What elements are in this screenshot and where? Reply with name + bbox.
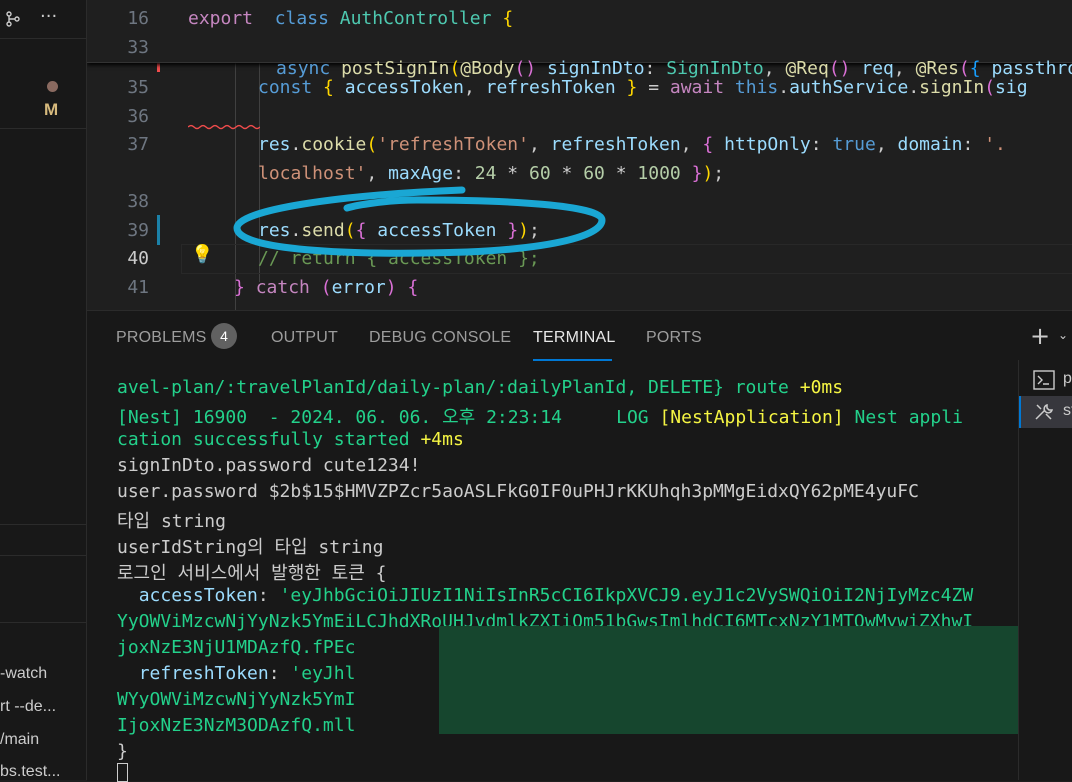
bottom-panel: PROBLEMS 4 OUTPUT DEBUG CONSOLE TERMINAL… bbox=[87, 310, 1072, 782]
terminal-line: signInDto.password cute1234! bbox=[117, 455, 421, 476]
code-editor[interactable]: 35 const { accessToken, refreshToken } =… bbox=[87, 0, 1072, 310]
chevron-down-icon[interactable]: ⌄ bbox=[1058, 328, 1068, 342]
terminal-line: user.password $2b$15$HMVZPZcr5aoASLFkG0I… bbox=[117, 481, 919, 502]
terminal-icon bbox=[1033, 370, 1055, 390]
active-tab-indicator bbox=[533, 359, 612, 361]
terminal-line: userIdString의 타입 string bbox=[117, 537, 384, 558]
redaction-overlay bbox=[439, 626, 1021, 734]
selection-indicator bbox=[1019, 396, 1021, 428]
divider bbox=[0, 622, 86, 623]
npm-script-item[interactable]: bs.test... bbox=[0, 763, 86, 781]
terminal-list-item[interactable]: st bbox=[1019, 396, 1072, 428]
terminal-cursor bbox=[117, 763, 128, 782]
tools-icon bbox=[1035, 403, 1054, 420]
source-control-graph-icon[interactable] bbox=[4, 10, 22, 28]
terminal-list-item[interactable]: p bbox=[1019, 364, 1072, 396]
terminal-list-label: st bbox=[1063, 402, 1072, 419]
npm-script-item[interactable]: rt --de... bbox=[0, 698, 86, 716]
terminal-line: cation successfully started +4ms bbox=[117, 429, 464, 450]
sidebar-toolbar: ··· bbox=[0, 0, 86, 39]
npm-script-item[interactable]: -watch bbox=[0, 665, 86, 683]
terminal-line: joxNzE3NjU1MDAzfQ.fPEc bbox=[117, 637, 356, 658]
terminal-line: accessToken: 'eyJhbGciOiJIUzI1NiIsInR5cC… bbox=[138, 585, 974, 606]
problems-count-badge: 4 bbox=[211, 323, 237, 349]
tab-debug-console[interactable]: DEBUG CONSOLE bbox=[369, 329, 511, 347]
divider bbox=[0, 555, 86, 556]
new-terminal-button[interactable]: + bbox=[1030, 322, 1050, 350]
explorer-sidebar: ··· M -watch rt --de... /main bs.test... bbox=[0, 0, 87, 780]
tab-output[interactable]: OUTPUT bbox=[271, 329, 338, 347]
terminal-line: avel-plan/:travelPlanId/daily-plan/:dail… bbox=[117, 377, 844, 398]
divider bbox=[0, 128, 86, 129]
modified-badge: M bbox=[44, 100, 59, 119]
annotation-circle bbox=[233, 186, 606, 257]
npm-script-item[interactable]: /main bbox=[0, 731, 86, 749]
terminal-line: IjoxNzE3NzM3ODAzfQ.mll bbox=[117, 715, 356, 736]
terminal-line: 타입 string bbox=[117, 511, 226, 532]
terminal-list: p st bbox=[1018, 360, 1072, 780]
divider bbox=[0, 524, 86, 525]
terminal-line: [Nest] 16900 - 2024. 06. 06. 오후 2:23:14 … bbox=[117, 407, 963, 428]
tab-terminal[interactable]: TERMINAL bbox=[533, 329, 616, 347]
terminal-line: } bbox=[117, 741, 128, 762]
tab-ports[interactable]: PORTS bbox=[646, 329, 702, 347]
tab-problems[interactable]: PROBLEMS bbox=[116, 329, 207, 347]
terminal-list-label: p bbox=[1063, 370, 1072, 387]
unsaved-dot-icon bbox=[47, 81, 58, 92]
more-actions-icon[interactable]: ··· bbox=[40, 6, 57, 27]
terminal-line: 로그인 서비스에서 발행한 토큰 { bbox=[117, 563, 387, 584]
